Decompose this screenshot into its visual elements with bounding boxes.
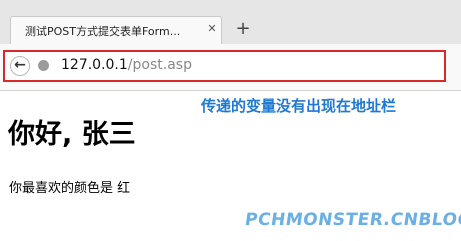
address-url[interactable]: 127.0.0.1/post.asp [61, 57, 192, 73]
favorite-color-text: 你最喜欢的颜色是 红 [9, 181, 131, 196]
watermark-text: PCHMONSTER.CNBLOGS.COM [243, 210, 461, 230]
address-bar[interactable]: ← 127.0.0.1/post.asp [3, 50, 446, 82]
back-arrow-icon[interactable]: ← [10, 56, 30, 76]
tab-title: 测试POST方式提交表单Form... [25, 25, 181, 38]
toolbar: ← 127.0.0.1/post.asp [0, 44, 461, 91]
url-host: 127.0.0.1 [61, 57, 128, 73]
tab-strip: 测试POST方式提交表单Form... ✕ + [0, 0, 461, 44]
globe-icon [38, 60, 49, 71]
close-tab-icon[interactable]: ✕ [205, 22, 219, 36]
annotation-text: 传递的变量没有出现在地址栏 [201, 97, 397, 115]
url-path: /post.asp [127, 57, 192, 73]
new-tab-icon[interactable]: + [233, 19, 253, 39]
page-heading: 你好, 张三 [8, 119, 136, 150]
active-tab[interactable]: 测试POST方式提交表单Form... ✕ [10, 16, 222, 44]
